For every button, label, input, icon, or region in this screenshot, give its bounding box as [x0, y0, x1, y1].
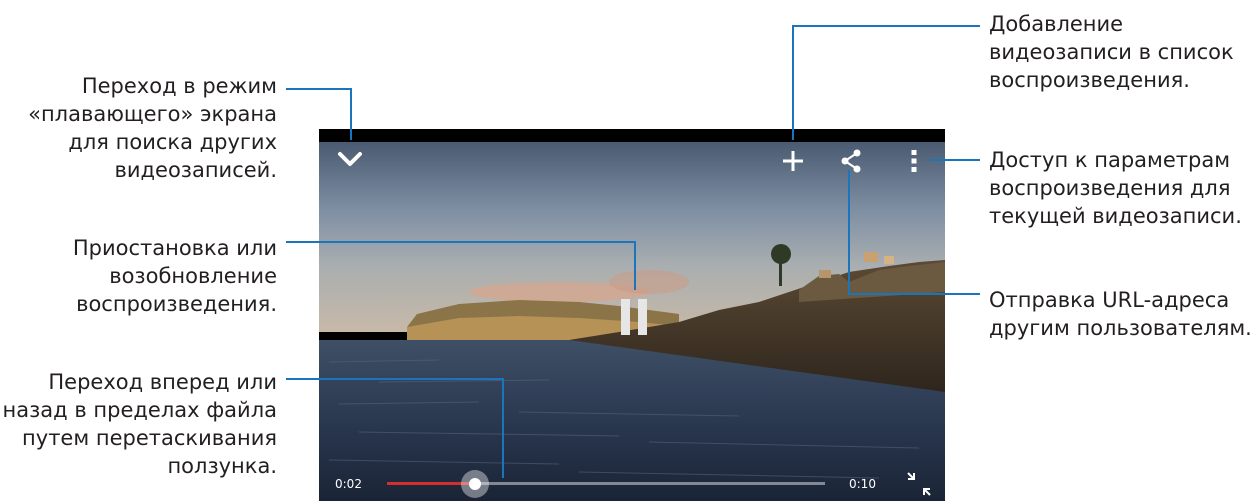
callout-line-floating-mode: [286, 88, 352, 140]
callout-line-seek: [286, 378, 504, 478]
callout-lines: [286, 25, 980, 478]
callout-line-share: [848, 170, 980, 295]
callout-line-add: [792, 25, 980, 140]
callout-line-pause-resume: [286, 241, 636, 290]
